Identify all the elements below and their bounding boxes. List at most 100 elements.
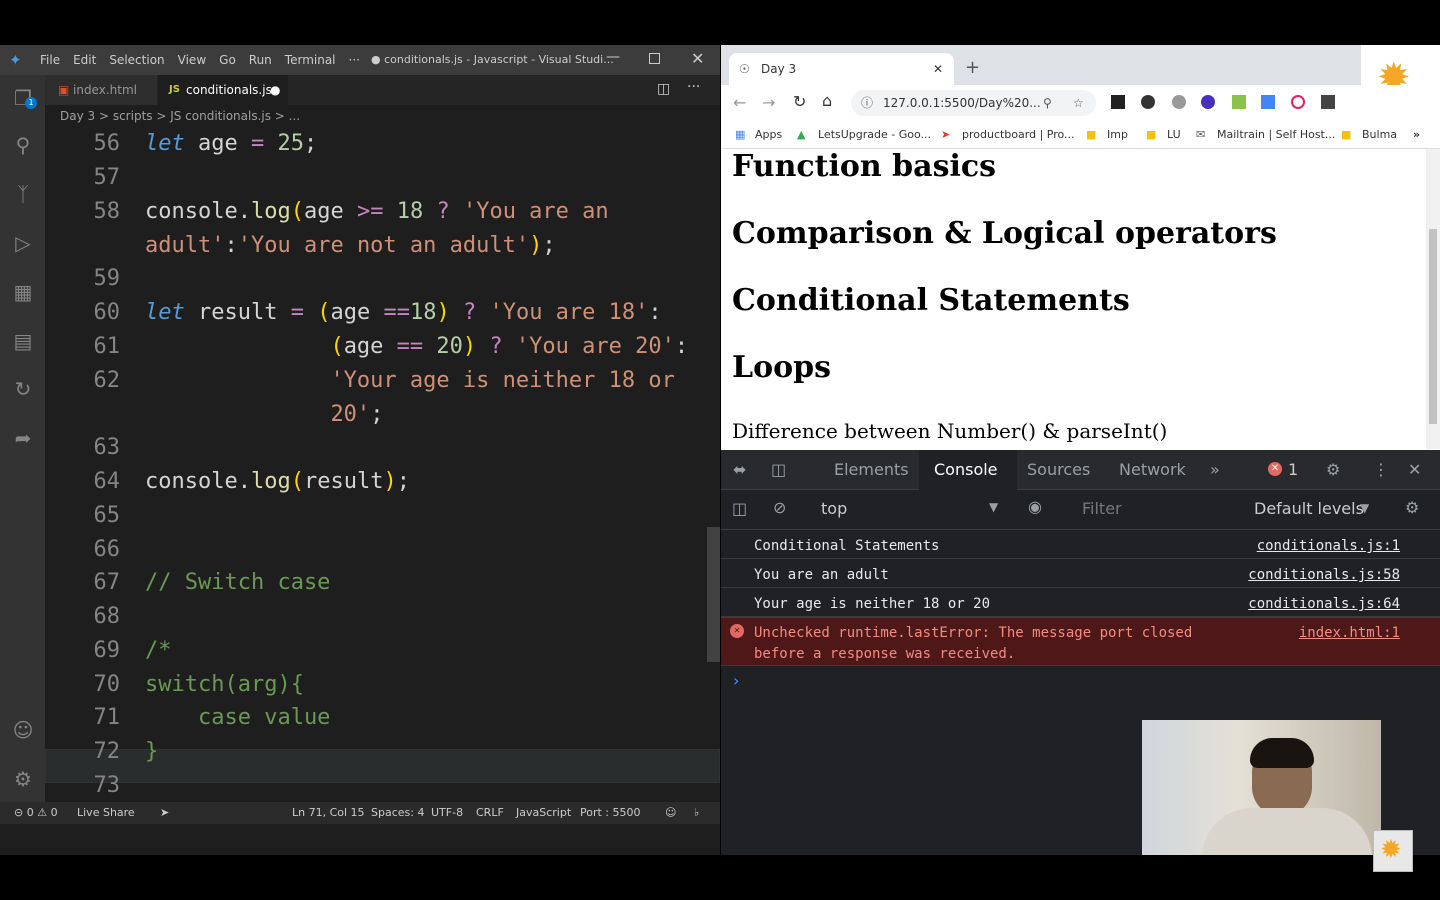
live-server-port[interactable]: Port : 5500 (580, 802, 641, 824)
settings-gear-icon[interactable]: ⚙ (10, 766, 36, 792)
tab-index-html[interactable]: ▣ index.html (45, 75, 157, 105)
split-editor-icon[interactable]: ◫ (657, 81, 670, 97)
more-tabs-icon[interactable]: » (1210, 460, 1220, 479)
search-icon[interactable]: ⚲ (10, 132, 36, 158)
console-prompt-icon[interactable]: › (733, 671, 739, 690)
log-levels-dropdown[interactable]: Default levels (1254, 499, 1364, 518)
reload-icon[interactable]: ↻ (793, 92, 806, 111)
tab-conditionals-js[interactable]: JS conditionals.js ● (158, 75, 288, 105)
menu-more[interactable]: ··· (349, 53, 360, 67)
bookmark-bulma[interactable]: Bulma (1362, 128, 1397, 141)
devtools-close-icon[interactable]: ✕ (1408, 460, 1421, 479)
notion-extension-icon[interactable] (1111, 95, 1125, 109)
extension-icon[interactable] (1291, 95, 1305, 109)
line-number: 63 (93, 435, 121, 460)
device-toolbar-icon[interactable]: ◫ (771, 460, 786, 479)
chevron-down-icon[interactable]: ▼ (1360, 501, 1369, 515)
editor-scrollbar[interactable] (707, 527, 720, 662)
chevron-down-icon[interactable]: ▼ (989, 500, 998, 514)
error-icon[interactable]: ✕ (1268, 462, 1282, 476)
console-message-source[interactable]: conditionals.js:64 (1248, 596, 1400, 612)
inspect-element-icon[interactable]: ⬌ (733, 460, 746, 479)
bookmark-star-icon[interactable]: ☆ (1073, 90, 1084, 116)
filter-input[interactable]: Filter (1082, 499, 1122, 518)
address-bar[interactable]: ⓘ 127.0.0.1:5500/Day%20... ⚲ ☆ (851, 90, 1096, 116)
menu-edit[interactable]: Edit (73, 53, 96, 67)
devtools-menu-icon[interactable]: ⋮ (1373, 460, 1389, 479)
extension-icon[interactable] (1172, 95, 1186, 109)
page-scrollbar[interactable] (1426, 149, 1440, 449)
eol-status[interactable]: CRLF (476, 802, 504, 824)
account-icon[interactable]: ☺ (10, 717, 36, 743)
live-share-status[interactable]: Live Share (77, 802, 135, 824)
source-control-icon[interactable]: ᛉ (10, 181, 36, 207)
breadcrumb[interactable]: Day 3 > scripts > JS conditionals.js > .… (45, 105, 720, 127)
tab-close-icon[interactable]: ✕ (933, 53, 943, 85)
pin-icon[interactable]: ➤ (160, 802, 169, 824)
console-settings-icon[interactable]: ⚙ (1405, 498, 1419, 517)
tab-label: conditionals.js (186, 83, 272, 97)
more-bookmarks-icon[interactable]: » (1413, 128, 1420, 141)
extension-icon[interactable] (1232, 95, 1246, 109)
home-icon[interactable]: ⌂ (822, 91, 832, 110)
sidebar-toggle-icon[interactable]: ◫ (732, 499, 747, 518)
line-number: 65 (93, 503, 121, 528)
more-actions-icon[interactable]: ··· (687, 79, 700, 95)
menu-view[interactable]: View (178, 53, 206, 67)
browser-tab-day3[interactable]: ☉ Day 3 ✕ (729, 53, 954, 85)
extension-icon[interactable] (1321, 95, 1335, 109)
context-selector[interactable]: top (821, 499, 847, 518)
menu-selection[interactable]: Selection (109, 53, 164, 67)
encoding-status[interactable]: UTF-8 (431, 802, 463, 824)
forward-icon[interactable]: → (762, 93, 775, 112)
bookmark-imp[interactable]: Imp (1107, 128, 1128, 141)
tab-elements[interactable]: Elements (834, 460, 909, 479)
bookmark-mailtrain[interactable]: Mailtrain | Self Host... (1217, 128, 1335, 141)
bookmark-productboard[interactable]: productboard | Pro... (962, 128, 1075, 141)
run-debug-icon[interactable]: ▷ (10, 230, 36, 256)
zoom-icon[interactable]: ⚲ (1043, 90, 1052, 116)
tab-console[interactable]: Console (934, 460, 998, 479)
tab-network[interactable]: Network (1119, 460, 1186, 479)
bookmark-lu[interactable]: LU (1167, 128, 1181, 141)
extension-icon[interactable] (1141, 95, 1155, 109)
back-icon[interactable]: ← (733, 93, 746, 112)
new-tab-icon[interactable]: + (965, 57, 980, 78)
translate-extension-icon[interactable] (1261, 95, 1275, 109)
tab-sources[interactable]: Sources (1027, 460, 1090, 479)
live-share-icon[interactable]: ➦ (10, 425, 36, 451)
line-number: 62 (93, 368, 121, 393)
bookmark-letsupgrade[interactable]: LetsUpgrade - Goo... (818, 128, 931, 141)
error-count[interactable]: 1 (1288, 460, 1298, 479)
devtools-settings-icon[interactable]: ⚙ (1326, 460, 1340, 479)
notifications-bell-icon[interactable]: ♭ (694, 802, 699, 824)
menu-go[interactable]: Go (219, 53, 236, 67)
remote-explorer-icon[interactable]: ▤ (10, 328, 36, 354)
cursor-position[interactable]: Ln 71, Col 15 (292, 802, 365, 824)
menu-run[interactable]: Run (249, 53, 272, 67)
indentation-status[interactable]: Spaces: 4 (371, 802, 424, 824)
feedback-icon[interactable]: ☺ (665, 802, 676, 824)
live-expression-eye-icon[interactable]: ◉ (1028, 497, 1042, 516)
problems-indicator[interactable]: ⊝ 0 ⚠ 0 (14, 802, 58, 824)
info-icon[interactable]: ⓘ (861, 90, 873, 116)
console-message-source[interactable]: conditionals.js:1 (1257, 538, 1400, 554)
menu-file[interactable]: File (40, 53, 60, 67)
code-editor[interactable]: 56 57 58 59 60 61 62 63 64 65 66 67 68 6… (45, 127, 720, 802)
scrollbar-thumb[interactable] (1429, 229, 1437, 424)
menu-terminal[interactable]: Terminal (285, 53, 336, 67)
extension-icon[interactable] (1201, 95, 1215, 109)
error-source-link[interactable]: index.html:1 (1299, 625, 1400, 641)
close-icon[interactable]: ✕ (691, 49, 704, 68)
minimize-icon[interactable]: — (606, 49, 620, 65)
menu-bar: File Edit Selection View Go Run Terminal… (40, 53, 373, 67)
console-error-message: ✕ Unchecked runtime.lastError: The messa… (721, 617, 1440, 666)
timeline-icon[interactable]: ↻ (10, 376, 36, 402)
language-mode[interactable]: JavaScript (516, 802, 571, 824)
bookmark-apps[interactable]: Apps (755, 128, 782, 141)
unsaved-dot-icon[interactable]: ● (270, 75, 280, 105)
extensions-icon[interactable]: ▦ (10, 279, 36, 305)
clear-console-icon[interactable]: ⊘ (773, 498, 786, 517)
maximize-icon[interactable] (649, 53, 660, 64)
console-message-source[interactable]: conditionals.js:58 (1248, 567, 1400, 583)
